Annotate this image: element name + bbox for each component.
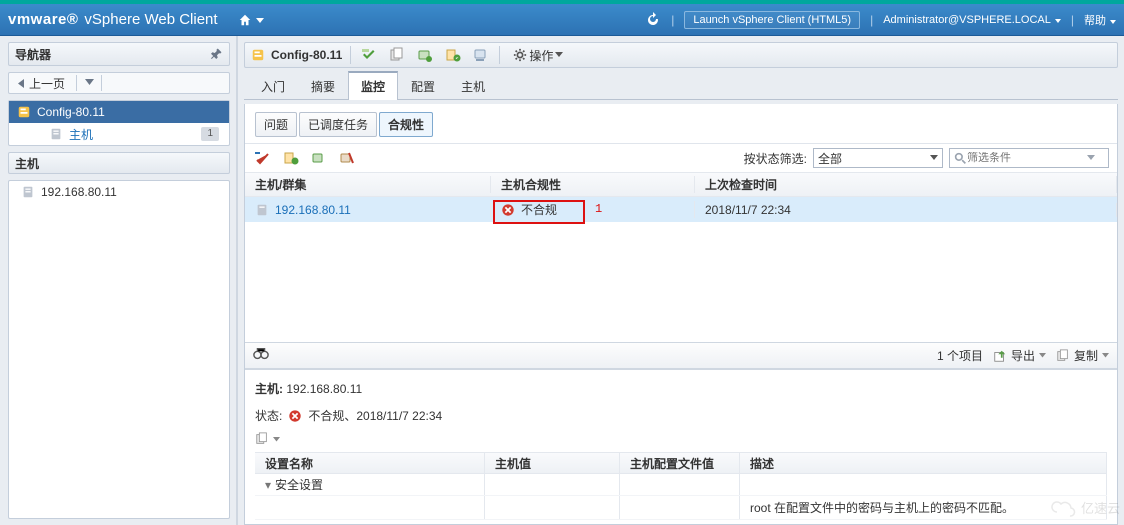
search-icon: [954, 152, 967, 165]
annotation-num-1: 1: [595, 202, 602, 216]
help-menu[interactable]: 帮助: [1084, 12, 1116, 28]
toolbar-remediate-icon[interactable]: [471, 45, 491, 65]
dcol-setting[interactable]: 设置名称: [255, 453, 485, 473]
header-right: | Launch vSphere Client (HTML5) | Admini…: [645, 11, 1116, 29]
host-icon: [49, 127, 63, 141]
chevron-down-icon: [1087, 155, 1095, 161]
filter-search-input[interactable]: [967, 152, 1087, 164]
toolbar-check-compliance-icon[interactable]: [443, 45, 463, 65]
actions-menu[interactable]: 操作: [508, 45, 568, 66]
gear-icon: [513, 48, 527, 62]
grid-row-host-link[interactable]: 192.168.80.11: [275, 203, 351, 217]
dcol-profileval[interactable]: 主机配置文件值: [620, 453, 740, 473]
subtab-issues[interactable]: 问题: [255, 112, 297, 137]
nav-tree: Config-80.11 主机 1: [8, 100, 230, 146]
pin-icon[interactable]: [211, 47, 223, 62]
col-compliance[interactable]: 主机合规性: [491, 176, 695, 193]
grid-header: 主机/群集 主机合规性 上次检查时间: [245, 172, 1117, 196]
tree-item-hosts[interactable]: 主机 1: [9, 123, 229, 145]
sidebar-title: 导航器: [15, 46, 51, 63]
toolbar-copy-profile-icon[interactable]: [387, 45, 407, 65]
tab-configure[interactable]: 配置: [398, 72, 448, 100]
home-button[interactable]: [238, 13, 264, 27]
grid-row-compliance: 不合规: [491, 201, 695, 218]
copy-button[interactable]: 复制: [1056, 347, 1109, 364]
host-icon: [255, 203, 269, 217]
toolbar-attach-icon[interactable]: [415, 45, 435, 65]
main-tabs: 入门 摘要 监控 配置 主机: [244, 72, 1118, 100]
sub-tabs: 问题 已调度任务 合规性: [245, 104, 1117, 144]
tab-hosts[interactable]: 主机: [448, 72, 498, 100]
grid-row[interactable]: 192.168.80.11 不合规 2018/11/7 22:34: [245, 196, 1117, 222]
object-title: Config-80.11: [251, 48, 342, 62]
tool-remediate-icon[interactable]: [281, 148, 301, 168]
detail-pane: 主机: 192.168.80.11 状态: 不合规、2018/11/7 22:3…: [245, 368, 1117, 524]
hosts-panel-title: 主机: [8, 152, 230, 174]
sidebar: 导航器 上一页 Config-80.11 主机 1: [0, 36, 238, 525]
error-icon: [288, 409, 302, 423]
profile-icon: [251, 48, 265, 62]
user-menu[interactable]: Administrator@VSPHERE.LOCAL: [883, 14, 1061, 26]
host-icon: [21, 185, 35, 199]
chevron-down-icon: [555, 52, 563, 58]
tab-monitor[interactable]: 监控: [348, 71, 398, 100]
subtab-compliance[interactable]: 合规性: [379, 112, 433, 137]
error-icon: [501, 203, 515, 217]
detail-copy-menu[interactable]: [255, 432, 1107, 446]
state-filter-select[interactable]: 全部: [813, 148, 943, 168]
fold-icon[interactable]: ▾: [265, 478, 271, 492]
chevron-down-icon: [1110, 20, 1116, 24]
item-count: 1 个项目: [937, 347, 983, 364]
chevron-down-icon: [1055, 19, 1061, 23]
back-navigation: 上一页: [8, 72, 230, 94]
grid-row-time: 2018/11/7 22:34: [695, 203, 1117, 217]
tree-item-hosts-link[interactable]: 主机: [69, 126, 93, 143]
compliance-toolbar: 按状态筛选: 全部: [245, 144, 1117, 172]
tool-attach-icon[interactable]: [309, 148, 329, 168]
chevron-down-icon: [930, 155, 938, 161]
watermark: 亿速云: [1051, 498, 1120, 517]
dcol-desc[interactable]: 描述: [740, 453, 1107, 473]
app-header: vmware® vSphere Web Client | Launch vSph…: [0, 4, 1124, 36]
filter-label: 按状态筛选:: [744, 150, 807, 167]
export-button[interactable]: 导出: [993, 347, 1046, 364]
profile-icon: [17, 105, 31, 119]
tree-item-config[interactable]: Config-80.11: [9, 101, 229, 123]
tab-content: 问题 已调度任务 合规性 按状态筛选: 全部: [244, 104, 1118, 525]
back-button[interactable]: 上一页: [11, 74, 72, 92]
tab-getting-started[interactable]: 入门: [248, 72, 298, 100]
host-list-item[interactable]: 192.168.80.11: [9, 181, 229, 203]
find-icon[interactable]: [253, 347, 269, 364]
toolbar-check-icon[interactable]: [359, 45, 379, 65]
sidebar-title-bar: 导航器: [8, 42, 230, 66]
subtab-scheduled[interactable]: 已调度任务: [299, 112, 377, 137]
detail-state: 状态: 不合规、2018/11/7 22:34: [255, 407, 1107, 424]
detail-category-row[interactable]: ▾安全设置: [255, 474, 1107, 496]
col-time[interactable]: 上次检查时间: [695, 176, 1117, 193]
col-host[interactable]: 主机/群集: [245, 176, 491, 193]
refresh-icon[interactable]: [645, 12, 661, 28]
host-count-badge: 1: [201, 127, 219, 141]
dcol-hostval[interactable]: 主机值: [485, 453, 620, 473]
grid-footer: 1 个项目 导出 复制: [245, 342, 1117, 368]
launch-html5-button[interactable]: Launch vSphere Client (HTML5): [684, 11, 860, 29]
brand-vmware: vmware®: [8, 11, 78, 28]
tab-summary[interactable]: 摘要: [298, 72, 348, 100]
detail-issue-row[interactable]: root 在配置文件中的密码与主机上的密码不匹配。: [255, 496, 1107, 520]
copy-icon: [255, 432, 269, 446]
tool-check-icon[interactable]: [253, 148, 273, 168]
brand: vmware® vSphere Web Client: [8, 11, 218, 28]
object-toolbar: Config-80.11 操作: [244, 42, 1118, 68]
hosts-list: 192.168.80.11: [8, 180, 230, 519]
detail-grid-header: 设置名称 主机值 主机配置文件值 描述: [255, 452, 1107, 474]
detail-host-title: 主机: 192.168.80.11: [255, 380, 1107, 397]
filter-search[interactable]: [949, 148, 1109, 168]
history-dropdown[interactable]: [81, 79, 97, 87]
tool-detach-icon[interactable]: [337, 148, 357, 168]
chevron-down-icon: [273, 437, 280, 442]
home-menu-caret-icon: [256, 13, 264, 27]
brand-app: vSphere Web Client: [84, 11, 217, 28]
main-area: Config-80.11 操作 入门 摘要 监控 配置 主机 问题: [238, 36, 1124, 525]
